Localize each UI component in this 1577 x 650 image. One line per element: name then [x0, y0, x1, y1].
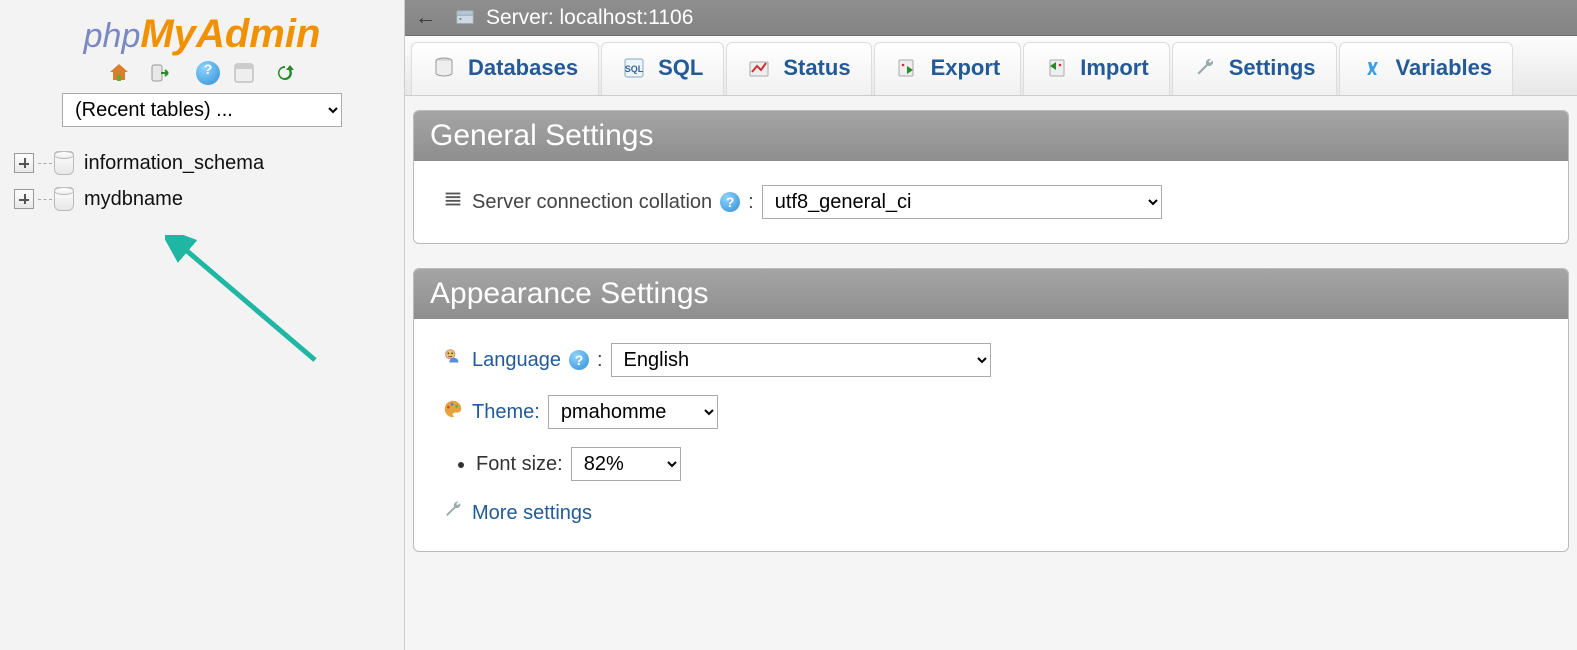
tree-connector	[38, 163, 52, 164]
home-icon[interactable]	[107, 61, 131, 85]
logo-part-php: php	[84, 17, 141, 55]
phpmyadmin-logo: phpMyAdmin	[0, 12, 404, 57]
row-more-settings: More settings	[442, 499, 1540, 527]
theme-label[interactable]: Theme:	[472, 401, 540, 424]
theme-select[interactable]: pmahomme	[548, 395, 718, 429]
more-settings-link[interactable]: More settings	[472, 502, 592, 525]
status-icon	[747, 56, 771, 80]
tab-label: SQL	[658, 55, 703, 81]
server-label: Server: localhost:1106	[486, 6, 693, 30]
theme-icon	[442, 398, 464, 426]
back-arrow-icon[interactable]: ←	[415, 6, 436, 30]
tab-import[interactable]: Import	[1023, 42, 1169, 95]
expand-icon[interactable]	[14, 153, 34, 173]
db-name[interactable]: information_schema	[84, 152, 264, 175]
row-language: Language ? : English	[442, 343, 1540, 377]
row-collation: Server connection collation ? : utf8_gen…	[442, 185, 1540, 219]
wrench-icon	[1193, 56, 1217, 80]
reload-icon[interactable]	[273, 61, 297, 85]
panel-title: Appearance Settings	[414, 269, 1568, 319]
databases-icon	[432, 56, 456, 80]
query-window-icon[interactable]	[232, 61, 256, 85]
main-body: General Settings Server connection colla…	[405, 96, 1577, 650]
recent-tables-select[interactable]: (Recent tables) ...	[62, 93, 342, 127]
import-icon	[1044, 56, 1068, 80]
tab-databases[interactable]: Databases	[411, 42, 599, 95]
db-tree: information_schema mydbname	[14, 145, 404, 217]
recent-tables-wrap: (Recent tables) ...	[0, 93, 404, 127]
tab-label: Settings	[1229, 55, 1316, 81]
variables-icon	[1360, 56, 1384, 80]
tab-label: Variables	[1396, 55, 1493, 81]
svg-text:SQL: SQL	[625, 64, 644, 74]
fontsize-select[interactable]: 82%	[571, 447, 681, 481]
expand-icon[interactable]	[14, 189, 34, 209]
export-icon	[895, 56, 919, 80]
sidebar: phpMyAdmin ? (Recent tables) ... informa…	[0, 0, 405, 650]
tree-connector	[38, 199, 52, 200]
help-icon[interactable]: ?	[569, 350, 589, 370]
db-tree-item[interactable]: information_schema	[14, 145, 404, 181]
fontsize-label: Font size:	[476, 453, 563, 475]
sidebar-toolbar: ?	[0, 61, 404, 85]
tab-sql[interactable]: SQL SQL	[601, 42, 724, 95]
sql-icon: SQL	[622, 56, 646, 80]
row-theme: Theme: pmahomme	[442, 395, 1540, 429]
wrench-icon	[442, 499, 464, 527]
logout-icon[interactable]	[148, 61, 172, 85]
language-label[interactable]: Language	[472, 349, 561, 372]
panel-general-settings: General Settings Server connection colla…	[413, 110, 1569, 244]
language-icon	[442, 346, 464, 374]
db-name[interactable]: mydbname	[84, 188, 183, 211]
panel-appearance-settings: Appearance Settings Language ? : English	[413, 268, 1569, 552]
logo-part-admin: Admin	[196, 12, 320, 56]
help-icon[interactable]: ?	[720, 192, 740, 212]
tab-label: Export	[931, 55, 1001, 81]
collation-icon	[442, 188, 464, 216]
main: ← Server: localhost:1106 Databases SQL S…	[405, 0, 1577, 650]
tab-export[interactable]: Export	[874, 42, 1022, 95]
collation-select[interactable]: utf8_general_ci	[762, 185, 1162, 219]
tab-label: Databases	[468, 55, 578, 81]
database-icon	[54, 151, 74, 175]
panel-title: General Settings	[414, 111, 1568, 161]
tab-label: Status	[783, 55, 850, 81]
colon: :	[748, 191, 754, 214]
annotation-arrow	[165, 235, 335, 375]
row-fontsize: Font size: 82%	[442, 447, 1540, 481]
help-docs-icon[interactable]: ?	[190, 61, 214, 85]
server-icon	[454, 7, 476, 29]
database-icon	[54, 187, 74, 211]
tab-variables[interactable]: Variables	[1339, 42, 1514, 95]
colon: :	[597, 349, 603, 372]
server-bar: ← Server: localhost:1106	[405, 0, 1577, 36]
collation-label: Server connection collation	[472, 191, 712, 214]
logo-part-my: My	[140, 12, 196, 56]
tabbar: Databases SQL SQL Status Export Import	[405, 36, 1577, 96]
language-select[interactable]: English	[611, 343, 991, 377]
db-tree-item[interactable]: mydbname	[14, 181, 404, 217]
tab-settings[interactable]: Settings	[1172, 42, 1337, 95]
tab-status[interactable]: Status	[726, 42, 871, 95]
tab-label: Import	[1080, 55, 1148, 81]
